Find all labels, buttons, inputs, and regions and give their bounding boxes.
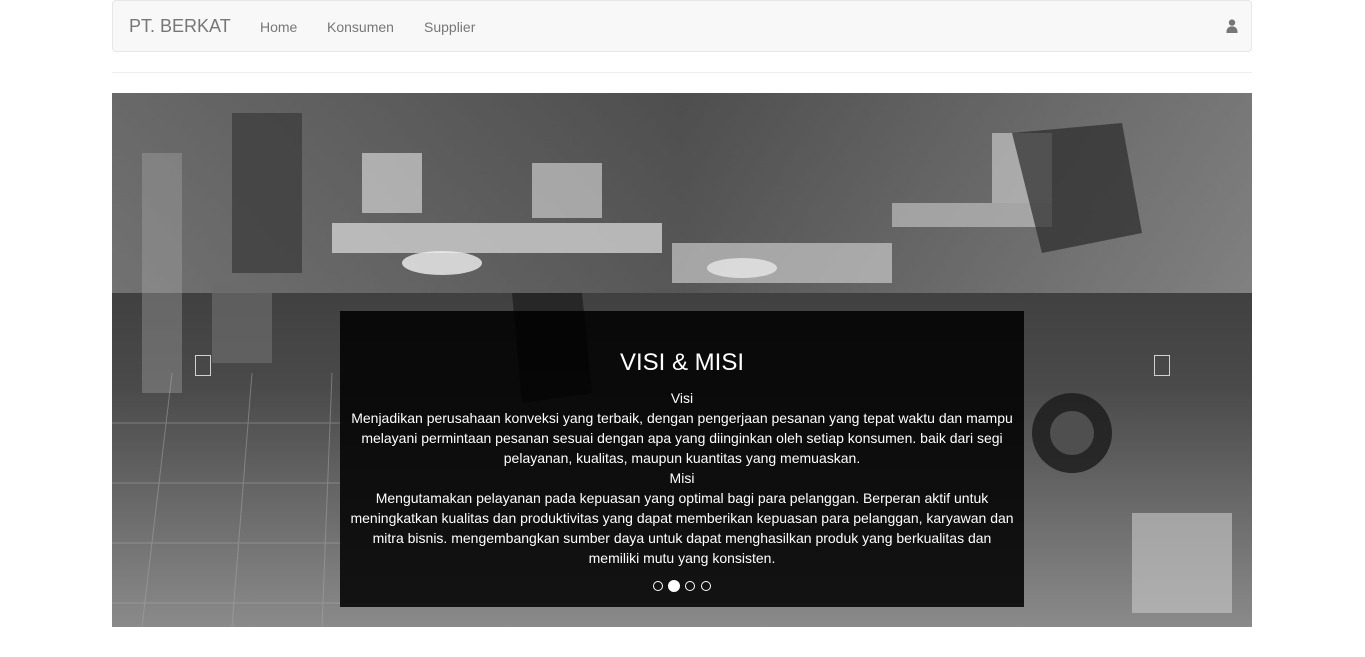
carousel-caption: VISI & MISI Visi Menjadikan perusahaan k…	[340, 311, 1024, 607]
caption-title: VISI & MISI	[619, 349, 745, 376]
visi-text: Menjadikan perusahaan konveksi yang terb…	[351, 410, 1013, 466]
nav-link-home[interactable]: Home	[260, 18, 297, 36]
carousel-next-control[interactable]	[1154, 355, 1170, 376]
divider	[112, 72, 1252, 73]
navbar: PT. BERKAT Home Konsumen Supplier	[112, 0, 1252, 52]
nav-link-supplier[interactable]: Supplier	[424, 18, 475, 36]
misi-heading: Misi	[669, 470, 695, 486]
navbar-brand[interactable]: PT. BERKAT	[129, 16, 231, 36]
visi-heading: Visi	[670, 390, 694, 406]
nav-link-konsumen[interactable]: Konsumen	[327, 18, 394, 36]
carousel-indicator-1[interactable]	[653, 581, 663, 591]
user-icon[interactable]	[1226, 19, 1238, 33]
caption-body: Visi Menjadikan perusahaan konveksi yang…	[348, 388, 1016, 568]
carousel: VISI & MISI Visi Menjadikan perusahaan k…	[112, 93, 1252, 627]
carousel-prev-control[interactable]	[195, 355, 211, 376]
carousel-indicator-3[interactable]	[685, 581, 695, 591]
carousel-indicators	[340, 579, 1024, 593]
misi-text: Mengutamakan pelayanan pada kepuasan yan…	[350, 490, 1014, 566]
carousel-indicator-2[interactable]	[668, 580, 680, 592]
carousel-indicator-4[interactable]	[701, 581, 711, 591]
